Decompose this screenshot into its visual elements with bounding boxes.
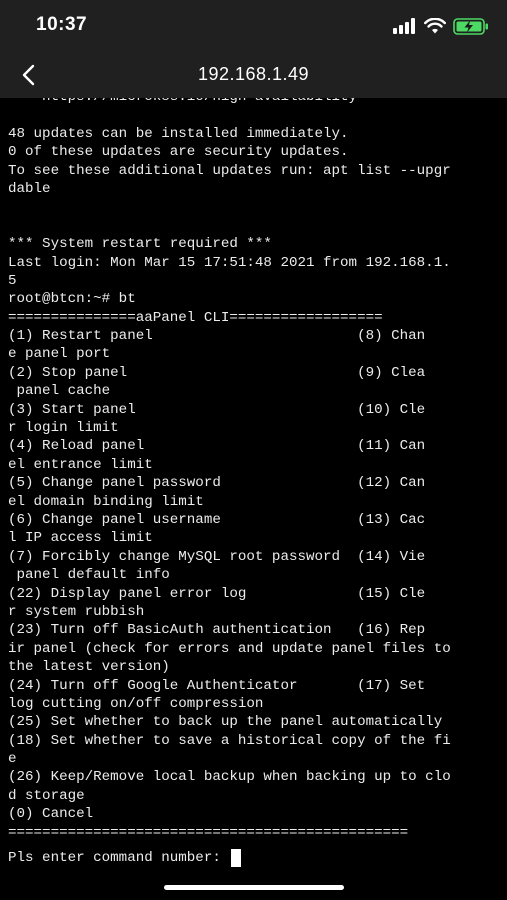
terminal-line: the latest version) <box>8 659 170 676</box>
terminal-line: (0) Cancel <box>8 806 94 823</box>
terminal-line: log cutting on/off compression <box>8 695 264 712</box>
terminal-line: d storage <box>8 787 85 804</box>
home-indicator[interactable] <box>164 885 344 890</box>
terminal-output[interactable]: https://microk8s.io/high-availability 48 … <box>0 98 507 900</box>
terminal-line: (3) Start panel (10) Cle <box>8 401 426 418</box>
terminal-line: e panel port <box>8 346 111 363</box>
terminal-line: ===============aaPanel CLI==============… <box>8 309 383 326</box>
terminal-line: (6) Change panel username (13) Cac <box>8 511 426 528</box>
terminal-line: panel default info <box>8 567 170 584</box>
nav-title: 192.168.1.49 <box>197 64 310 84</box>
terminal-line: To see these additional updates run: apt… <box>8 162 451 179</box>
terminal-line: (7) Forcibly change MySQL root password … <box>8 548 426 565</box>
terminal-line: l IP access limit <box>8 530 153 547</box>
status-bar: 10:37 <box>0 0 507 52</box>
terminal-line: (18) Set whether to save a historical co… <box>8 732 451 749</box>
terminal-line: (25) Set whether to back up the panel au… <box>8 714 443 731</box>
terminal-line: ========================================… <box>8 824 409 841</box>
terminal-line: 48 updates can be installed immediately. <box>8 125 349 142</box>
terminal-line: (22) Display panel error log (15) Cle <box>8 585 426 602</box>
terminal-line: (23) Turn off BasicAuth authentication (… <box>8 622 426 639</box>
prompt-text: Pls enter command number: <box>8 850 230 866</box>
cellular-signal-icon <box>393 18 415 34</box>
terminal-line: *** System restart required *** <box>8 236 272 253</box>
status-icons <box>393 15 489 37</box>
terminal-line: (24) Turn off Google Authenticator (17) … <box>8 677 426 694</box>
terminal-line: r system rubbish <box>8 603 145 620</box>
terminal-line: (26) Keep/Remove local backup when backi… <box>8 769 451 786</box>
status-time: 10:37 <box>36 14 88 35</box>
terminal-line: dable <box>8 180 51 197</box>
terminal-line: (4) Reload panel (11) Can <box>8 438 426 455</box>
command-prompt[interactable]: Pls enter command number: <box>8 848 242 868</box>
terminal-line: Last login: Mon Mar 15 17:51:48 2021 fro… <box>8 254 451 271</box>
wifi-icon <box>424 18 446 34</box>
terminal-line: (1) Restart panel (8) Chan <box>8 328 426 345</box>
terminal-line: https://microk8s.io/high-availability <box>8 98 507 106</box>
terminal-line: root@btcn:~# bt <box>8 291 136 308</box>
terminal-line: e <box>8 751 17 768</box>
terminal-line: panel cache <box>8 383 111 400</box>
terminal-line: (2) Stop panel (9) Clea <box>8 364 426 381</box>
terminal-line: 5 <box>8 272 17 289</box>
terminal-line: 0 of these updates are security updates. <box>8 144 349 161</box>
text-cursor <box>231 849 242 867</box>
terminal-line: (5) Change panel password (12) Can <box>8 475 426 492</box>
terminal-line: el domain binding limit <box>8 493 204 510</box>
terminal-line: r login limit <box>8 420 119 437</box>
battery-charging-icon <box>453 17 488 35</box>
terminal-line: el entrance limit <box>8 456 153 473</box>
nav-bar: 192.168.1.49 <box>0 52 507 98</box>
terminal-lines: https://microk8s.io/high-availability 48 … <box>8 98 507 842</box>
terminal-line: ir panel (check for errors and update pa… <box>8 640 451 657</box>
